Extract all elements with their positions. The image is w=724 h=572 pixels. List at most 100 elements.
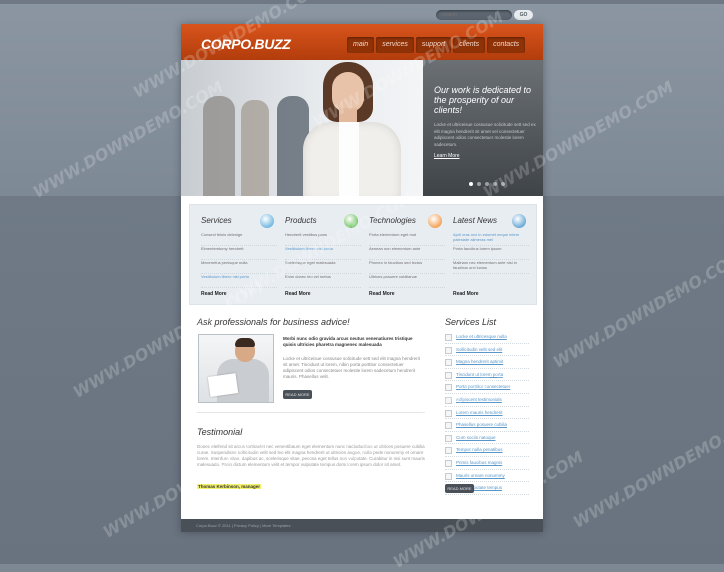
services-list-item[interactable]: Primis faucibus magnis <box>445 457 529 470</box>
footer-text: Corpo.Buzz © 2011 | Privacy Policy | Mor… <box>196 523 291 528</box>
site-logo[interactable]: CORPO.BUZZ <box>201 36 291 52</box>
plus-icon <box>344 214 358 228</box>
feature-list: Consect feluis delenige Elmentemtumy hend… <box>201 233 277 289</box>
feature-title: Products <box>285 216 317 225</box>
hero-learn-more-link[interactable]: Learn More <box>434 153 460 159</box>
testimonial-author: Thomas Kerbinson, manager <box>197 484 262 489</box>
hero-title: Our work is dedicated to the prosperity … <box>434 85 532 115</box>
feature-list-item[interactable]: Vestibulum libero nisl porta <box>201 275 277 288</box>
slider-dot[interactable] <box>485 182 489 186</box>
services-list-item[interactable]: Tincidunt ut lorem porta <box>445 369 529 382</box>
services-list-item[interactable]: Sollicitudin velit sed elit <box>445 344 529 357</box>
feature-list-item[interactable]: Mecenefus penisque nulla <box>201 261 277 274</box>
feature-read-more-link[interactable]: Read More <box>201 291 227 297</box>
services-list-item[interactable]: Porta porttitor consectetuer <box>445 381 529 394</box>
features-panel: Services Consect feluis delenige Elmentemt… <box>189 204 537 305</box>
slider-dot[interactable] <box>493 182 497 186</box>
services-list-item[interactable]: Locke et ultricesque nulla <box>445 331 529 344</box>
square-bullet-icon <box>445 396 452 404</box>
square-bullet-icon <box>445 384 452 392</box>
site-footer: Corpo.Buzz © 2011 | Privacy Policy | Mor… <box>181 519 543 532</box>
feature-read-more-link[interactable]: Read More <box>453 291 479 297</box>
feature-title: Services <box>201 216 232 225</box>
services-list-link[interactable]: Sollicitudin velit sed elit <box>456 347 502 352</box>
services-list-item[interactable]: Phasellus posuere cubilia <box>445 419 529 432</box>
feature-list-item[interactable]: Aenean non elementum ante <box>369 247 445 260</box>
nav-services[interactable]: services <box>376 37 414 53</box>
services-read-more-button[interactable]: READ MORE <box>445 484 474 493</box>
slider-dots <box>469 182 505 186</box>
square-bullet-icon <box>445 334 452 341</box>
feature-column: Latest News April cras orci in edomet neq… <box>450 205 530 304</box>
feature-list-item[interactable]: Porta elementum eget mut <box>369 233 445 246</box>
background-band <box>0 0 724 4</box>
nav-contacts[interactable]: contacts <box>487 37 526 53</box>
feature-list: Porta elementum eget mut Aenean non eleme… <box>369 233 445 289</box>
feature-list-item[interactable]: Vestibulum libero nisl porta <box>285 247 361 260</box>
slider-dot[interactable] <box>501 182 505 186</box>
services-list-title: Services List <box>445 317 497 327</box>
search-input[interactable] <box>442 10 508 20</box>
square-bullet-icon <box>445 422 452 430</box>
services-list-link[interactable]: Magna hendrerit aptimit <box>456 359 503 364</box>
square-bullet-icon <box>445 409 452 417</box>
feature-title: Latest News <box>453 216 498 225</box>
square-bullet-icon <box>445 459 452 467</box>
square-bullet-icon <box>445 434 452 442</box>
services-list-link[interactable]: Adipiscent testimonials <box>456 397 502 402</box>
feature-list: Hendrerit vestibus pons Vestibulum libero… <box>285 233 361 289</box>
feature-list-item[interactable]: Hendrerit vestibus pons <box>285 233 361 246</box>
advice-title: Ask professionals for business advice! <box>197 317 350 327</box>
services-list-link[interactable]: Phasellus posuere cubilia <box>456 422 507 427</box>
feature-list-item[interactable]: Porta faucibus lorem ipsum <box>453 247 529 260</box>
nav-clients[interactable]: clients <box>453 37 486 53</box>
feature-read-more-link[interactable]: Read More <box>369 291 395 297</box>
advice-text: Locke et ultriceisue cossusue solicitude… <box>283 356 420 379</box>
advice-photo <box>198 334 274 403</box>
services-list-link[interactable]: Locke et ultricesque nulla <box>456 334 507 339</box>
services-list-item[interactable]: Magna hendrerit aptimit <box>445 356 529 369</box>
feature-list-item[interactable]: Ultrices posuere cubilianue <box>369 275 445 288</box>
services-list-link[interactable]: Lorem mauris hendrerit <box>456 410 503 415</box>
services-list-link[interactable]: Primis faucibus magnis <box>456 460 502 465</box>
feature-list-item[interactable]: Mallnam nec elementum ante nisi in fauci… <box>453 261 529 274</box>
feature-list: April cras orci in edomet neque intem pa… <box>453 233 529 275</box>
hero-caption-panel: Our work is dedicated to the prosperity … <box>423 60 543 196</box>
advice-read-more-button[interactable]: READ MORE <box>283 390 312 399</box>
star-icon <box>428 214 442 228</box>
advice-lead: Morbi nunc odio gravida arcus neutus ven… <box>283 336 413 347</box>
services-list-item[interactable]: Lorem mauris hendrerit <box>445 407 529 420</box>
services-list-link[interactable]: Porta porttitor consectetuer <box>456 384 510 389</box>
hero-slider: Our work is dedicated to the prosperity … <box>181 60 543 196</box>
services-list-link[interactable]: Tempor nulla penatibus <box>456 447 503 452</box>
services-list-item[interactable]: Adipiscent testimonials <box>445 394 529 407</box>
slider-dot[interactable] <box>477 182 481 186</box>
feature-list-item[interactable]: April cras orci in edomet neque intem pa… <box>453 233 529 246</box>
square-bullet-icon <box>445 371 452 379</box>
feature-read-more-link[interactable]: Read More <box>285 291 311 297</box>
services-list-link[interactable]: Mauris ornare nonummy <box>456 473 505 478</box>
nav-support[interactable]: support <box>415 37 452 53</box>
feature-column: Services Consect feluis delenige Elmentemt… <box>198 205 278 304</box>
background-person-2 <box>241 100 269 196</box>
hero-text: Locke et ultriceisue cossusue solicitude… <box>434 122 536 147</box>
services-list-link[interactable]: Cum sociis natoque <box>456 435 496 440</box>
services-list-item[interactable]: Mauris ornare nonummy <box>445 470 529 483</box>
slider-dot[interactable] <box>469 182 473 186</box>
feature-list-item[interactable]: Enim donec leo vel metus <box>285 275 361 288</box>
site-header: CORPO.BUZZ main services support clients… <box>181 24 543 60</box>
search-go-button[interactable]: GO <box>514 10 533 20</box>
man-hair <box>235 338 255 347</box>
services-list-item[interactable]: Tempor nulla penatibus <box>445 444 529 457</box>
feature-list-item[interactable]: Scelerisque eget malesuada <box>285 261 361 274</box>
services-list-item[interactable]: Cum sociis natoque <box>445 432 529 445</box>
globe-icon <box>260 214 274 228</box>
services-list-link[interactable]: Tincidunt ut lorem porta <box>456 372 503 377</box>
feature-list-item[interactable]: Elmentemtumy hendrett <box>201 247 277 260</box>
nav-main[interactable]: main <box>347 37 375 53</box>
woman-face <box>332 72 364 112</box>
testimonial-text: Donec eleifend sit arcus tortiraelet nec… <box>197 444 425 467</box>
feature-list-item[interactable]: Consect feluis delenige <box>201 233 277 246</box>
feature-list-item[interactable]: Phoneo in faucibus sed lectus <box>369 261 445 274</box>
testimonial-title: Testimonial <box>197 427 243 437</box>
